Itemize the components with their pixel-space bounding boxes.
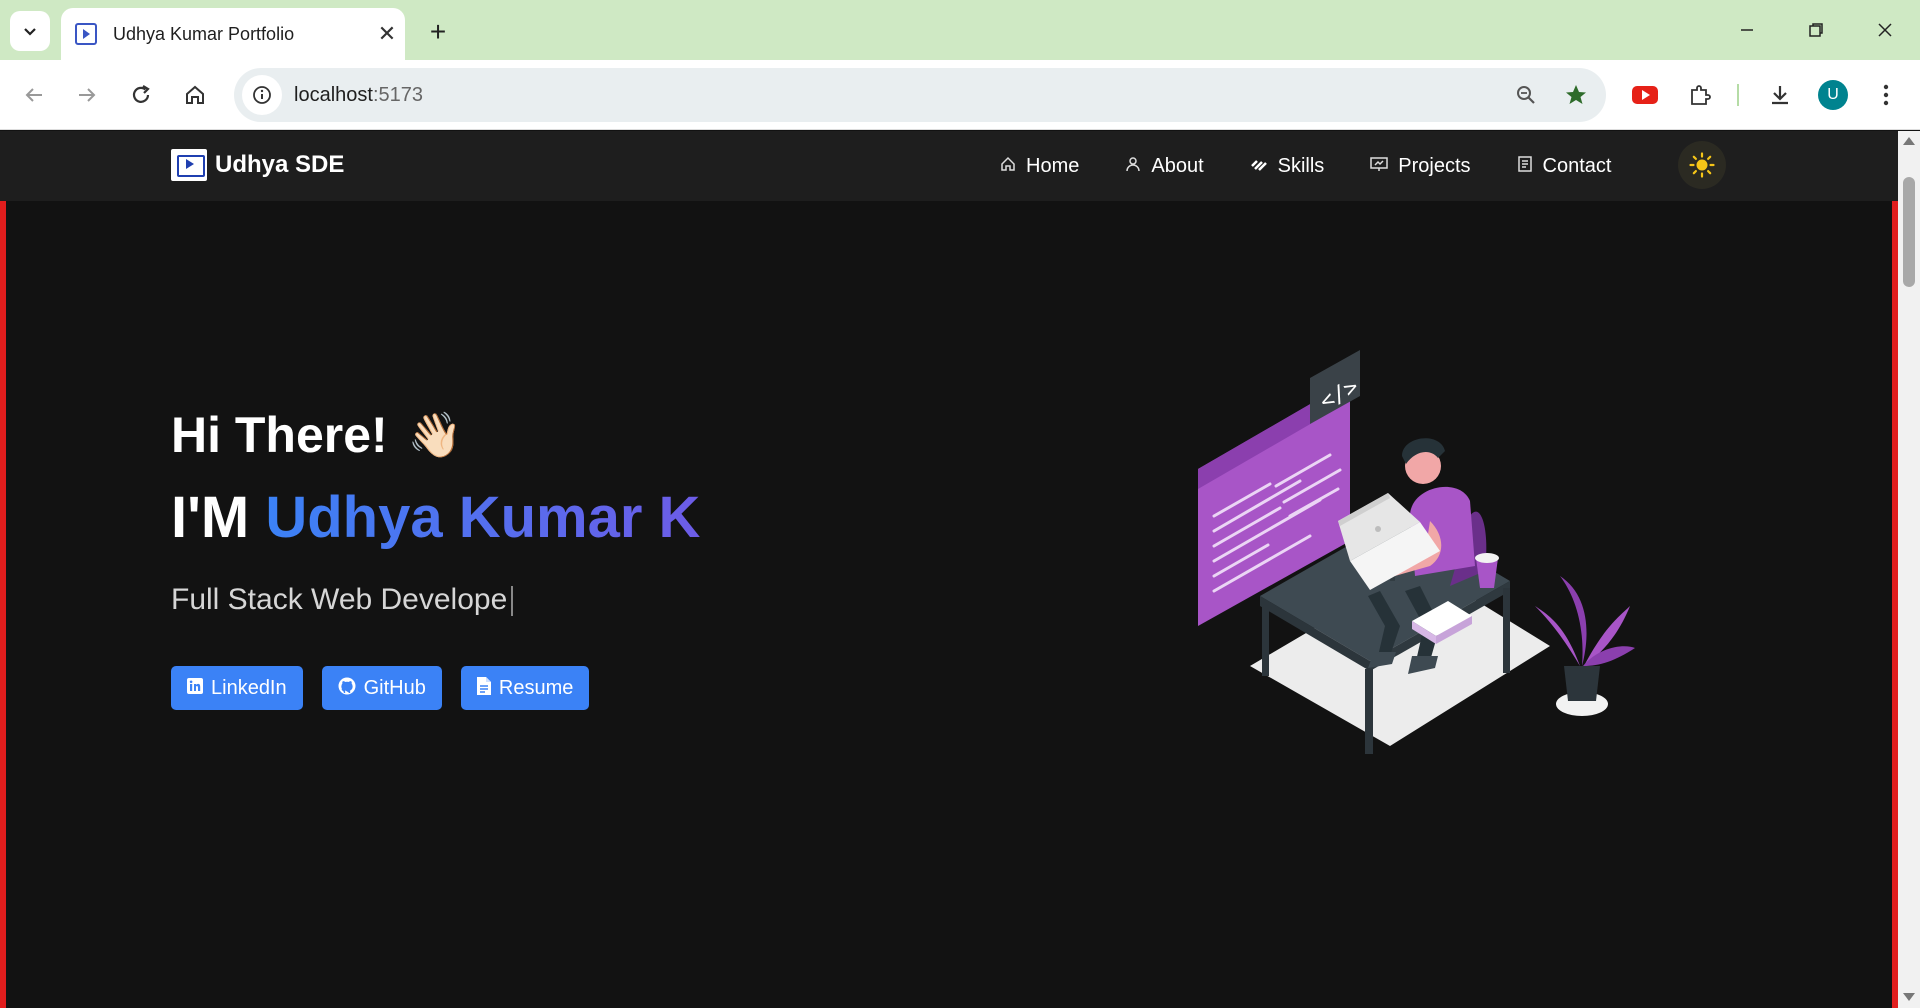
- menu-button[interactable]: [1866, 75, 1906, 115]
- puzzle-icon: [1691, 85, 1711, 105]
- linkedin-button[interactable]: LinkedIn: [171, 666, 303, 710]
- zoom-icon: [1517, 86, 1535, 104]
- kebab-menu-icon: [1883, 84, 1889, 106]
- scroll-up-arrow-icon[interactable]: [1903, 137, 1915, 145]
- developer-illustration: </>: [1198, 350, 1635, 754]
- nav-link-label: Skills: [1277, 154, 1325, 177]
- nav-link-label: Contact: [1542, 154, 1612, 177]
- waving-hand-icon: 👋🏻: [407, 411, 463, 460]
- resume-button[interactable]: Resume: [460, 666, 590, 710]
- button-label: Resume: [498, 676, 574, 699]
- site-navbar: Udhya SDE Home About Skills Projects Con…: [0, 131, 1898, 201]
- toolbar-divider: [1737, 84, 1739, 106]
- profile-button[interactable]: U: [1813, 75, 1853, 115]
- forward-button[interactable]: [67, 75, 107, 115]
- zoom-button[interactable]: [1506, 75, 1546, 115]
- tab-search-button[interactable]: [10, 11, 50, 51]
- user-icon: [1125, 156, 1141, 177]
- youtube-extension[interactable]: [1625, 75, 1665, 115]
- github-icon: [338, 677, 356, 700]
- brand-name: Udhya SDE: [215, 151, 345, 178]
- nav-link-label: About: [1151, 154, 1204, 177]
- greeting-text: Hi There!: [171, 407, 388, 463]
- page-viewport: Udhya SDE Home About Skills Projects Con…: [0, 131, 1898, 1008]
- arrow-right-icon: [79, 88, 96, 102]
- reload-button[interactable]: [121, 75, 161, 115]
- restore-button[interactable]: [1793, 8, 1839, 52]
- browser-tabstrip: Udhya Kumar Portfolio ✕ +: [0, 0, 1920, 60]
- home-icon: [1000, 156, 1016, 177]
- youtube-icon: [1632, 86, 1658, 104]
- home-button[interactable]: [175, 75, 215, 115]
- skills-icon: [1250, 156, 1268, 177]
- scroll-down-arrow-icon[interactable]: [1903, 993, 1915, 1001]
- favicon-icon: [75, 23, 97, 45]
- nav-link-contact[interactable]: Contact: [1517, 154, 1612, 178]
- download-icon: [1772, 86, 1788, 105]
- chevron-down-icon: [24, 28, 36, 36]
- name-prefix: I'M: [171, 485, 266, 550]
- social-buttons: LinkedIn GitHub Resume: [171, 666, 608, 710]
- extensions-button[interactable]: [1680, 75, 1720, 115]
- page-scrollbar[interactable]: [1898, 131, 1920, 1008]
- contact-icon: [1517, 155, 1533, 177]
- url-text[interactable]: localhost:5173: [294, 84, 1506, 107]
- close-tab-icon[interactable]: ✕: [369, 16, 405, 52]
- restore-icon: [1809, 23, 1823, 37]
- downloads-button[interactable]: [1760, 75, 1800, 115]
- scroll-thumb[interactable]: [1903, 177, 1915, 287]
- typing-caret: [511, 586, 514, 617]
- linkedin-icon: [187, 677, 203, 699]
- nav-link-home[interactable]: Home: [1000, 155, 1079, 178]
- arrow-left-icon: [25, 88, 42, 102]
- home-icon: [186, 85, 204, 104]
- nav-links: Home About Skills Projects Contact: [1000, 131, 1657, 201]
- nav-link-skills[interactable]: Skills: [1250, 154, 1325, 178]
- back-button[interactable]: [14, 75, 54, 115]
- new-tab-button[interactable]: +: [418, 12, 458, 52]
- github-button[interactable]: GitHub: [321, 666, 442, 710]
- role-text: Full Stack Web Develope: [171, 583, 508, 616]
- button-label: GitHub: [363, 676, 426, 699]
- tab-title: Udhya Kumar Portfolio: [113, 23, 295, 44]
- browser-toolbar: localhost:5173 U: [0, 60, 1920, 130]
- nav-link-projects[interactable]: Projects: [1370, 154, 1471, 178]
- theme-toggle-button[interactable]: [1678, 141, 1726, 189]
- left-accent-edge: [0, 201, 6, 1008]
- url-host: localhost: [294, 83, 373, 106]
- address-bar[interactable]: localhost:5173: [234, 68, 1606, 122]
- nav-link-label: Projects: [1398, 154, 1471, 177]
- browser-tab[interactable]: Udhya Kumar Portfolio ✕: [61, 8, 405, 60]
- hero-name: I'M Udhya Kumar K: [171, 484, 700, 551]
- avatar: U: [1818, 80, 1848, 110]
- site-info-button[interactable]: [242, 75, 282, 115]
- minimize-button[interactable]: [1724, 8, 1770, 52]
- sun-icon: [1689, 152, 1715, 178]
- close-icon: [1878, 23, 1892, 37]
- star-icon: [1566, 85, 1586, 104]
- nav-link-about[interactable]: About: [1125, 154, 1204, 178]
- close-window-button[interactable]: [1862, 8, 1908, 52]
- logo-icon: [171, 149, 207, 181]
- projects-icon: [1370, 156, 1389, 177]
- brand[interactable]: Udhya SDE: [171, 149, 344, 181]
- hero-role: Full Stack Web Develope: [171, 583, 514, 617]
- info-icon: [253, 86, 271, 104]
- button-label: LinkedIn: [211, 676, 287, 699]
- nav-link-label: Home: [1026, 154, 1080, 177]
- file-icon: [476, 676, 491, 700]
- name-highlight: Udhya Kumar K: [265, 485, 701, 550]
- reload-icon: [132, 85, 150, 103]
- bookmark-button[interactable]: [1556, 75, 1596, 115]
- minimize-icon: [1741, 29, 1753, 31]
- hero-greeting: Hi There! 👋🏻: [171, 406, 463, 464]
- url-port: :5173: [372, 83, 423, 106]
